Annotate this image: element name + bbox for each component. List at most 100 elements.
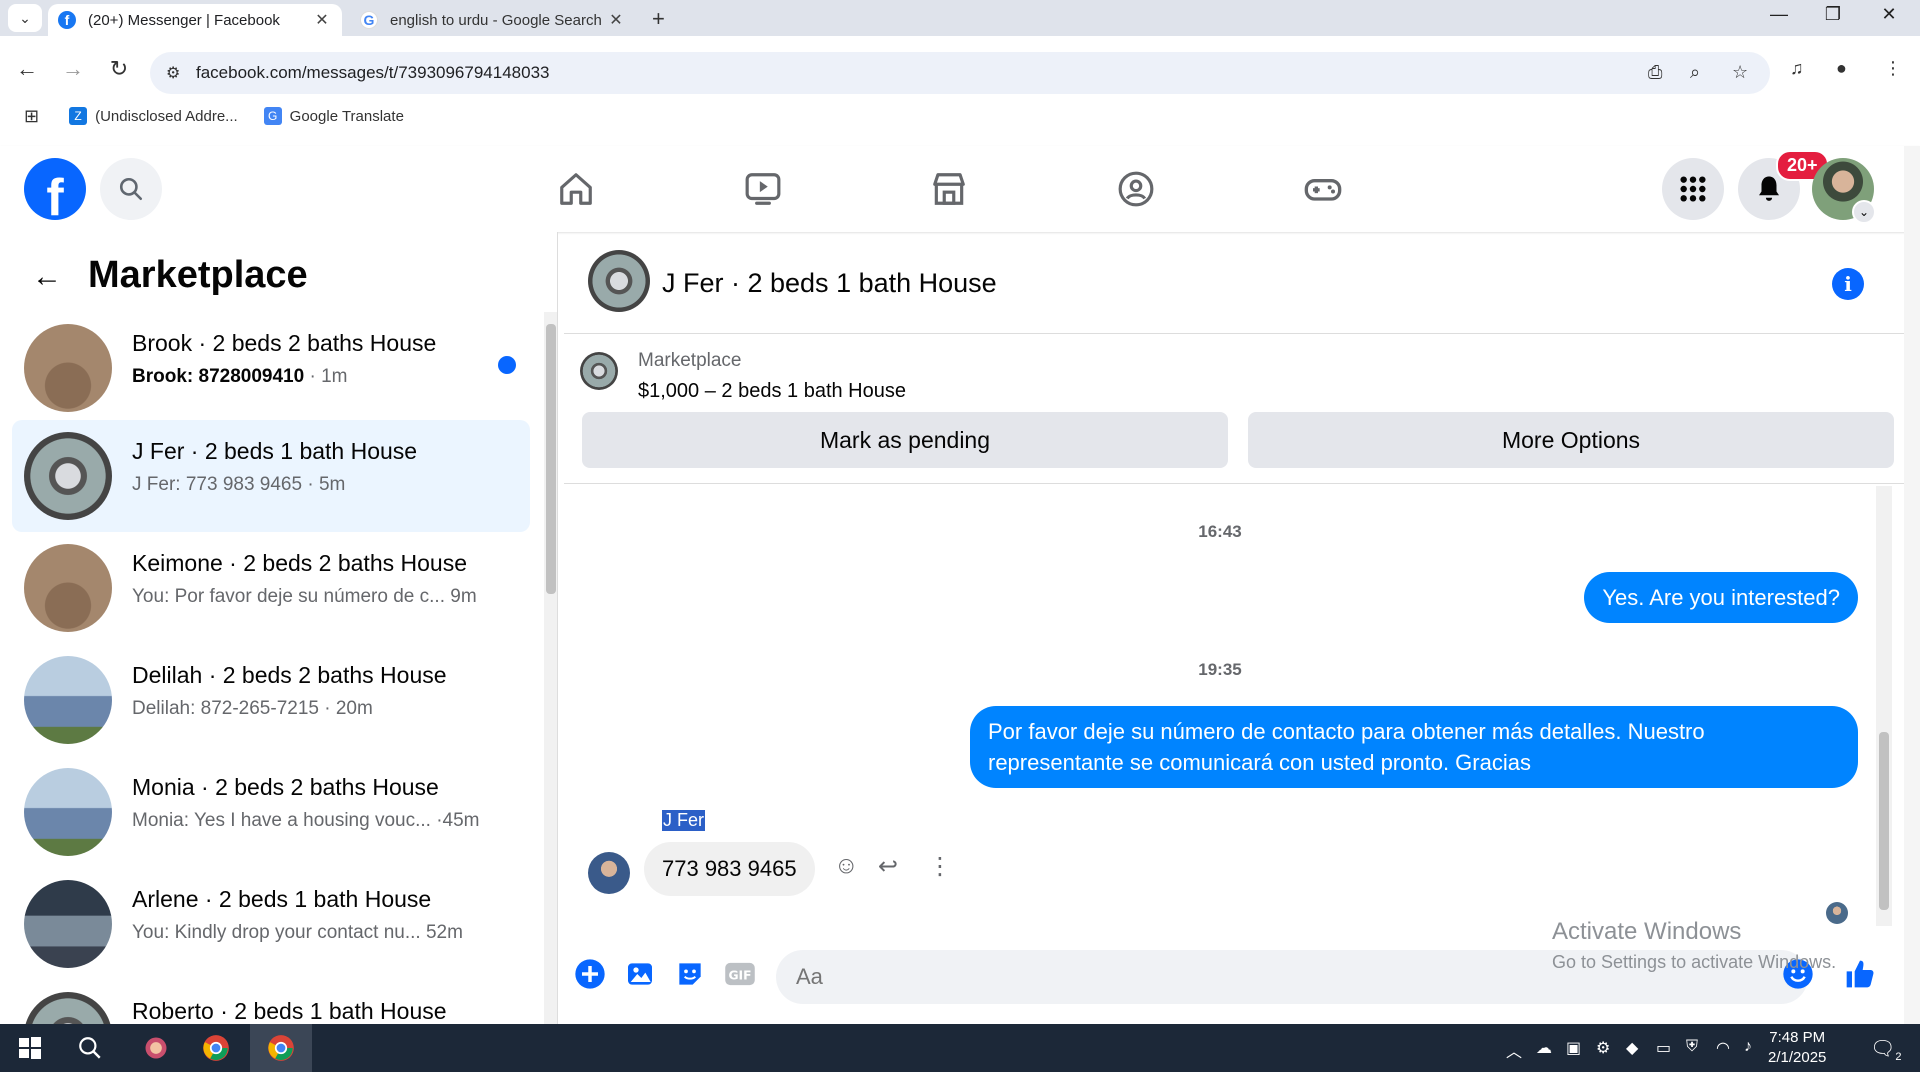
tab-messenger[interactable]: f (20+) Messenger | Facebook ✕ <box>48 4 342 36</box>
windows-taskbar: ︿ ☁ ▣ ⚙ ◆ ▭ ⛨ ◠ ♪ 7:48 PM 2/1/2025 🗨2 <box>0 1024 1920 1072</box>
conversation-item[interactable]: Arlene · 2 beds 1 bath House You: Kindly… <box>12 868 530 980</box>
conversation-item[interactable]: Delilah · 2 beds 2 baths House Delilah: … <box>12 644 530 756</box>
forward-icon[interactable]: → <box>58 54 88 84</box>
conversation-item[interactable]: Monia · 2 beds 2 baths House Monia: Yes … <box>12 756 530 868</box>
mark-as-pending-button[interactable]: Mark as pending <box>582 412 1228 468</box>
tab-search-button[interactable]: ⌄ <box>8 4 42 32</box>
listing-label: Marketplace <box>638 350 742 371</box>
google-translate-icon: G <box>263 107 282 125</box>
page-scrollbar[interactable] <box>1904 146 1920 1024</box>
gif-icon[interactable]: GIF <box>724 958 756 990</box>
search-icon[interactable] <box>100 158 162 220</box>
bookmark-star-icon[interactable]: ☆ <box>1732 62 1748 83</box>
facebook-header: f 20+ ⌄ <box>0 146 1920 232</box>
back-icon[interactable]: ← <box>12 54 42 84</box>
conversation-name: Brook · 2 beds 2 baths House <box>132 330 437 356</box>
conversation-preview: You: Kindly drop your contact nu... 52m <box>132 922 463 943</box>
listing-thumbnail[interactable] <box>588 250 650 312</box>
more-options-button[interactable]: More Options <box>1248 412 1894 468</box>
chevron-down-icon[interactable]: ⌄ <box>1852 200 1876 224</box>
incoming-message[interactable]: 773 983 9465 <box>644 842 815 896</box>
close-window-icon[interactable]: ✕ <box>1874 4 1904 25</box>
conversation-item[interactable]: Keimone · 2 beds 2 baths House You: Por … <box>12 532 530 644</box>
listing-thumbnail[interactable] <box>580 352 618 390</box>
url-text[interactable]: facebook.com/messages/t/7393096794148033 <box>196 63 549 83</box>
conversation-preview: J Fer: 773 983 9465 · 5m <box>132 474 346 495</box>
tray-app-icon[interactable]: ☁ <box>1536 1038 1552 1058</box>
security-icon[interactable]: ⛨ <box>1686 1038 1698 1056</box>
photo-icon[interactable] <box>624 958 656 990</box>
home-icon[interactable] <box>555 168 597 210</box>
site-info-icon[interactable]: ⚙ <box>166 63 180 83</box>
chrome-menu-icon[interactable]: ⋮ <box>1884 58 1902 79</box>
tray-app-icon[interactable]: ⚙ <box>1596 1038 1610 1058</box>
back-arrow-icon[interactable]: ← <box>32 260 62 294</box>
chrome-taskbar-icon[interactable] <box>198 1032 234 1064</box>
menu-grid-icon[interactable] <box>1662 158 1724 220</box>
wifi-icon[interactable]: ◠ <box>1716 1038 1730 1058</box>
listing-price[interactable]: $1,000 – 2 beds 1 bath House <box>638 380 906 403</box>
tab-google-search[interactable]: G english to urdu - Google Search ✕ <box>350 4 636 36</box>
panel-title: Marketplace <box>88 254 308 296</box>
close-tab-icon[interactable]: ✕ <box>606 10 626 30</box>
conversation-preview: Monia: Yes I have a housing vouc... ·45m <box>132 810 480 831</box>
volume-icon[interactable]: ♪ <box>1744 1038 1752 1056</box>
reply-icon[interactable]: ↩ <box>878 852 898 881</box>
zoom-icon[interactable]: ⌕ <box>1690 62 1700 83</box>
marketplace-icon[interactable] <box>928 168 970 210</box>
gaming-icon[interactable] <box>1302 168 1344 210</box>
tab-title: english to urdu - Google Search <box>390 11 602 29</box>
system-clock[interactable]: 7:48 PM 2/1/2025 <box>1768 1028 1826 1068</box>
chat-scrollbar[interactable] <box>1876 486 1892 926</box>
chrome-taskbar-icon[interactable] <box>263 1032 299 1064</box>
chat-title[interactable]: J Fer · 2 beds 1 bath House <box>662 268 997 299</box>
video-icon[interactable] <box>742 168 784 210</box>
windows-start-icon[interactable] <box>12 1032 48 1064</box>
tray-app-icon[interactable]: ▣ <box>1566 1038 1581 1058</box>
reload-icon[interactable]: ↻ <box>104 54 134 84</box>
new-tab-icon[interactable]: + <box>652 6 665 32</box>
svg-text:GIF: GIF <box>728 969 751 983</box>
address-bar[interactable]: ⚙ facebook.com/messages/t/73930967941480… <box>150 52 1770 94</box>
install-app-icon[interactable]: ⎙ <box>1648 62 1662 83</box>
plus-icon[interactable] <box>574 958 606 990</box>
groups-icon[interactable] <box>1115 168 1157 210</box>
message-thread: 16:43 Yes. Are you interested? 19:35 Por… <box>564 486 1876 936</box>
chat-header: J Fer · 2 beds 1 bath House i <box>564 232 1916 334</box>
bookmark-zillow[interactable]: Z (Undisclosed Addre... <box>69 107 238 125</box>
apps-grid-icon[interactable]: ⊞ <box>24 106 39 127</box>
facebook-favicon-icon: f <box>58 11 76 29</box>
more-actions-icon[interactable]: ⋮ <box>928 852 952 881</box>
clock-date: 2/1/2025 <box>1768 1049 1827 1066</box>
conversation-item-active[interactable]: J Fer · 2 beds 1 bath House J Fer: 773 9… <box>12 420 530 532</box>
clock-time: 7:48 PM <box>1769 1029 1826 1046</box>
tray-app-icon[interactable]: ◆ <box>1626 1038 1638 1058</box>
profile-icon[interactable]: ● <box>1836 58 1847 79</box>
info-icon[interactable]: i <box>1832 268 1864 300</box>
listing-thumbnail <box>24 656 112 744</box>
facebook-logo-icon[interactable]: f <box>24 158 86 220</box>
thumbs-up-icon[interactable] <box>1844 958 1876 990</box>
sender-avatar[interactable] <box>588 852 630 894</box>
close-tab-icon[interactable]: ✕ <box>312 10 332 30</box>
conversation-item[interactable]: Roberto · 2 beds 1 bath House <box>12 980 530 1024</box>
react-emoji-icon[interactable]: ☺ <box>834 852 859 880</box>
outgoing-message[interactable]: Por favor deje su número de contacto par… <box>970 706 1858 788</box>
battery-icon[interactable]: ▭ <box>1656 1038 1671 1058</box>
notification-center-icon[interactable]: 🗨2 <box>1870 1036 1902 1063</box>
app-pinned-icon[interactable] <box>138 1032 174 1064</box>
unread-indicator <box>498 356 516 374</box>
bookmark-google-translate[interactable]: G Google Translate <box>263 107 404 125</box>
tray-chevron-icon[interactable]: ︿ <box>1506 1038 1522 1062</box>
minimize-icon[interactable]: — <box>1764 4 1794 25</box>
sticker-icon[interactable] <box>674 958 706 990</box>
taskbar-search-icon[interactable] <box>72 1032 108 1064</box>
conversation-preview: You: Por favor deje su número de c... 9m <box>132 586 477 607</box>
bookmarks-bar: ⊞ Z (Undisclosed Addre... G Google Trans… <box>0 98 1920 134</box>
maximize-icon[interactable]: ❐ <box>1818 4 1848 25</box>
outgoing-message[interactable]: Yes. Are you interested? <box>1584 572 1858 623</box>
media-control-icon[interactable]: ♫ <box>1790 58 1804 79</box>
sidebar-scrollbar[interactable] <box>544 312 557 1024</box>
conversation-item[interactable]: Brook · 2 beds 2 baths House Brook: 8728… <box>12 312 530 424</box>
conversation-name: Arlene · 2 beds 1 bath House <box>132 886 432 912</box>
